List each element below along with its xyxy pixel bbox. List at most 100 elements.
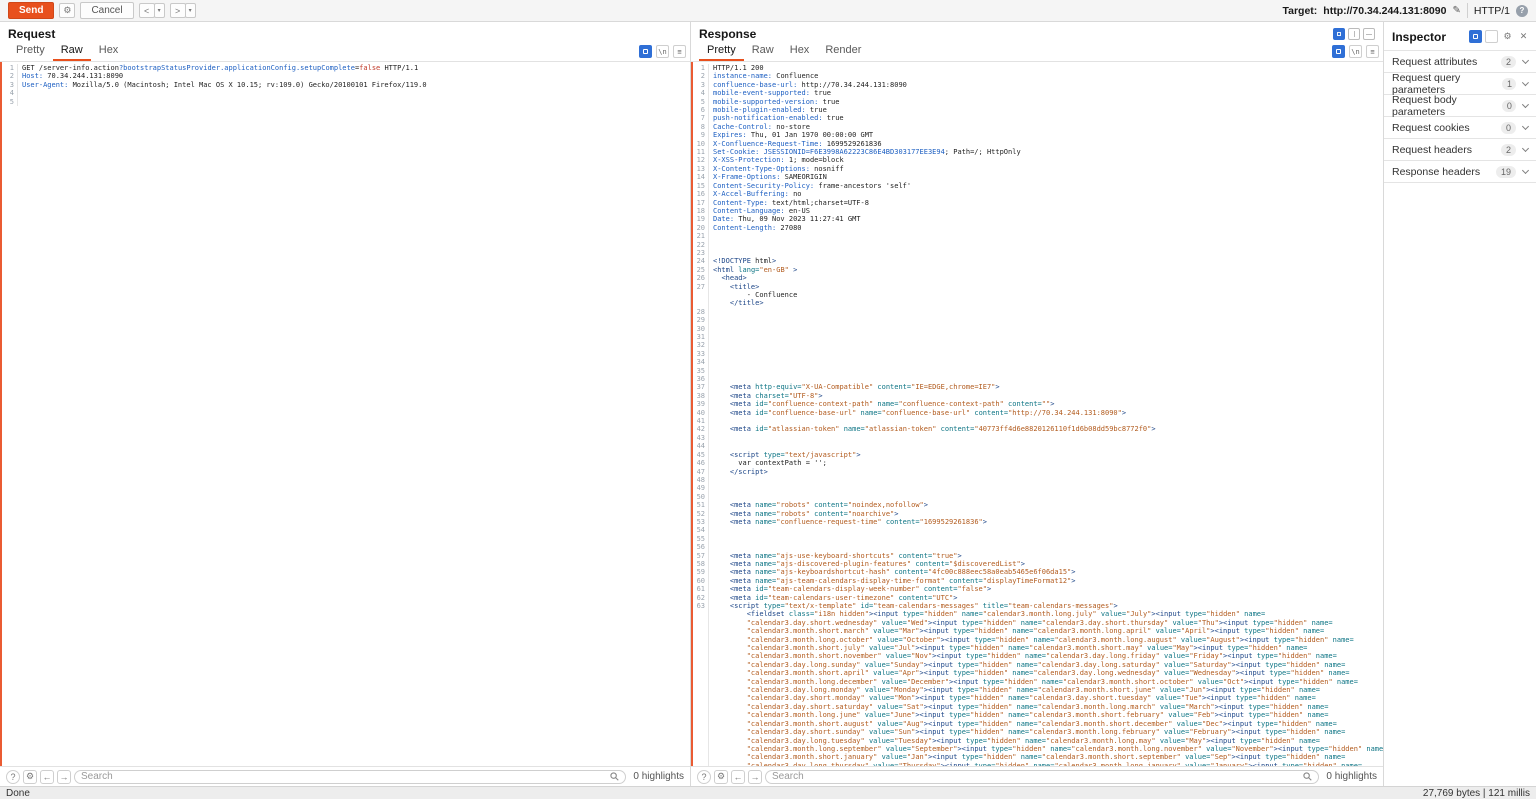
nonprintable-toggle-icon[interactable]: \n [656,45,669,58]
search-help-icon[interactable]: ? [6,770,20,784]
line-number: 44 [693,442,709,450]
code-line: 48 [693,476,1383,484]
code-line: 41 [693,417,1383,425]
inspector-section-response-headers[interactable]: Response headers19 [1384,161,1536,183]
line-content: <script type="text/x-template" id="team-… [713,602,1118,610]
chevron-down-icon [1522,123,1529,130]
code-line: "calendar3.month.long.october" value="Oc… [693,636,1383,644]
code-line: 1GET /server-info.action?bootstrapStatus… [2,64,690,72]
code-line: 23 [693,249,1383,257]
code-line: 13X-Content-Type-Options: nosniff [693,165,1383,173]
code-line: 55 [693,535,1383,543]
inspector-section-request-query-parameters[interactable]: Request query parameters1 [1384,73,1536,95]
code-line: 35 [693,367,1383,375]
prev-match-button[interactable]: ← [731,770,745,784]
send-button[interactable]: Send [8,2,54,19]
next-match-button[interactable]: → [748,770,762,784]
line-content: Expires: Thu, 01 Jan 1970 00:00:00 GMT [713,131,873,139]
line-number: 33 [693,350,709,358]
inspector-dock-icon[interactable] [1469,30,1482,43]
editor-view-icon[interactable] [1332,45,1345,58]
editor-view-icon[interactable] [639,45,652,58]
code-line: 17Content-Type: text/html;charset=UTF-8 [693,199,1383,207]
tab-hex[interactable]: Hex [91,41,127,61]
search-help-icon[interactable]: ? [697,770,711,784]
request-editor[interactable]: 1GET /server-info.action?bootstrapStatus… [0,62,690,766]
search-icon [610,772,619,781]
line-number [693,652,709,660]
close-icon[interactable]: ✕ [1517,30,1530,43]
request-search-box [74,770,626,784]
back-button[interactable]: < [139,3,155,18]
tab-raw[interactable]: Raw [744,41,782,61]
inspector-section-request-headers[interactable]: Request headers2 [1384,139,1536,161]
top-toolbar: Send ⚙ Cancel < ▾ > ▾ Target: http://70.… [0,0,1536,22]
code-line: "calendar3.day.short.wednesday" value="W… [693,619,1383,627]
line-content: "calendar3.day.long.monday" value="Monda… [713,686,1320,694]
wrap-toggle-icon[interactable]: ≡ [1366,45,1379,58]
line-number: 47 [693,468,709,476]
response-search-bar: ? ⚙ ← → 0 highlights [691,766,1383,786]
back-history-dropdown[interactable]: ▾ [154,3,165,18]
view-split-rows-icon[interactable] [1363,28,1375,40]
section-count-badge: 0 [1501,122,1516,134]
http-version-selector[interactable]: HTTP/1 [1474,5,1510,17]
request-tabs-row: PrettyRawHex \n ≡ [0,42,690,62]
line-content: "calendar3.month.short.july" value="Jul"… [713,644,1307,652]
search-input[interactable] [81,771,606,783]
tab-render[interactable]: Render [817,41,869,61]
wrap-toggle-icon[interactable]: ≡ [673,45,686,58]
code-line: 31 [693,333,1383,341]
tab-pretty[interactable]: Pretty [8,41,53,61]
forward-button[interactable]: > [170,3,186,18]
inspector-layout-icon[interactable] [1485,30,1498,43]
line-number [693,762,709,766]
prev-match-button[interactable]: ← [40,770,54,784]
tab-raw[interactable]: Raw [53,41,91,61]
search-settings-icon[interactable]: ⚙ [714,770,728,784]
cancel-button[interactable]: Cancel [80,2,133,19]
line-content: "calendar3.month.short.april" value="Apr… [713,669,1350,677]
line-number: 50 [693,493,709,501]
send-settings-button[interactable]: ⚙ [59,3,75,18]
line-content: Date: Thu, 09 Nov 2023 11:27:41 GMT [713,215,861,223]
line-number: 42 [693,425,709,433]
line-number: 38 [693,392,709,400]
code-line: "calendar3.month.long.september" value="… [693,745,1383,753]
line-content: <meta id="confluence-base-url" name="con… [713,409,1126,417]
search-input[interactable] [772,771,1299,783]
response-viewer[interactable]: 1HTTP/1.1 2002instance-name: Confluence3… [691,62,1383,766]
line-number: 1 [2,64,18,72]
search-settings-icon[interactable]: ⚙ [23,770,37,784]
view-split-columns-icon[interactable] [1348,28,1360,40]
view-combined-icon[interactable] [1333,28,1345,40]
code-line: 51 <meta name="robots" content="noindex,… [693,501,1383,509]
help-icon[interactable]: ? [1516,5,1528,17]
tab-hex[interactable]: Hex [782,41,818,61]
response-panel: Response PrettyRawHexRender \n ≡ 1HTTP/1… [691,22,1384,786]
response-search-box [765,770,1319,784]
code-line: 22 [693,241,1383,249]
history-back-group: < ▾ [139,3,165,18]
line-number: 10 [693,140,709,148]
inspector-section-request-body-parameters[interactable]: Request body parameters0 [1384,95,1536,117]
line-number [693,728,709,736]
line-content: "calendar3.day.long.thursday" value="Thu… [713,762,1362,766]
next-match-button[interactable]: → [57,770,71,784]
line-content: <meta name="robots" content="noindex,nof… [713,501,928,509]
code-line: 2instance-name: Confluence [693,72,1383,80]
search-icon [1303,772,1312,781]
line-content: <meta name="ajs-use-keyboard-shortcuts" … [713,552,962,560]
code-line: 58 <meta name="ajs-discovered-plugin-fea… [693,560,1383,568]
edit-target-button[interactable]: ✎ [1452,5,1460,16]
forward-history-dropdown[interactable]: ▾ [185,3,196,18]
target-label: Target: [1282,5,1317,17]
inspector-section-request-attributes[interactable]: Request attributes2 [1384,51,1536,73]
line-number: 28 [693,308,709,316]
inspector-section-request-cookies[interactable]: Request cookies0 [1384,117,1536,139]
tab-pretty[interactable]: Pretty [699,41,744,61]
section-label: Request attributes [1392,56,1477,68]
line-number [693,661,709,669]
nonprintable-toggle-icon[interactable]: \n [1349,45,1362,58]
gear-icon[interactable]: ⚙ [1501,30,1514,43]
